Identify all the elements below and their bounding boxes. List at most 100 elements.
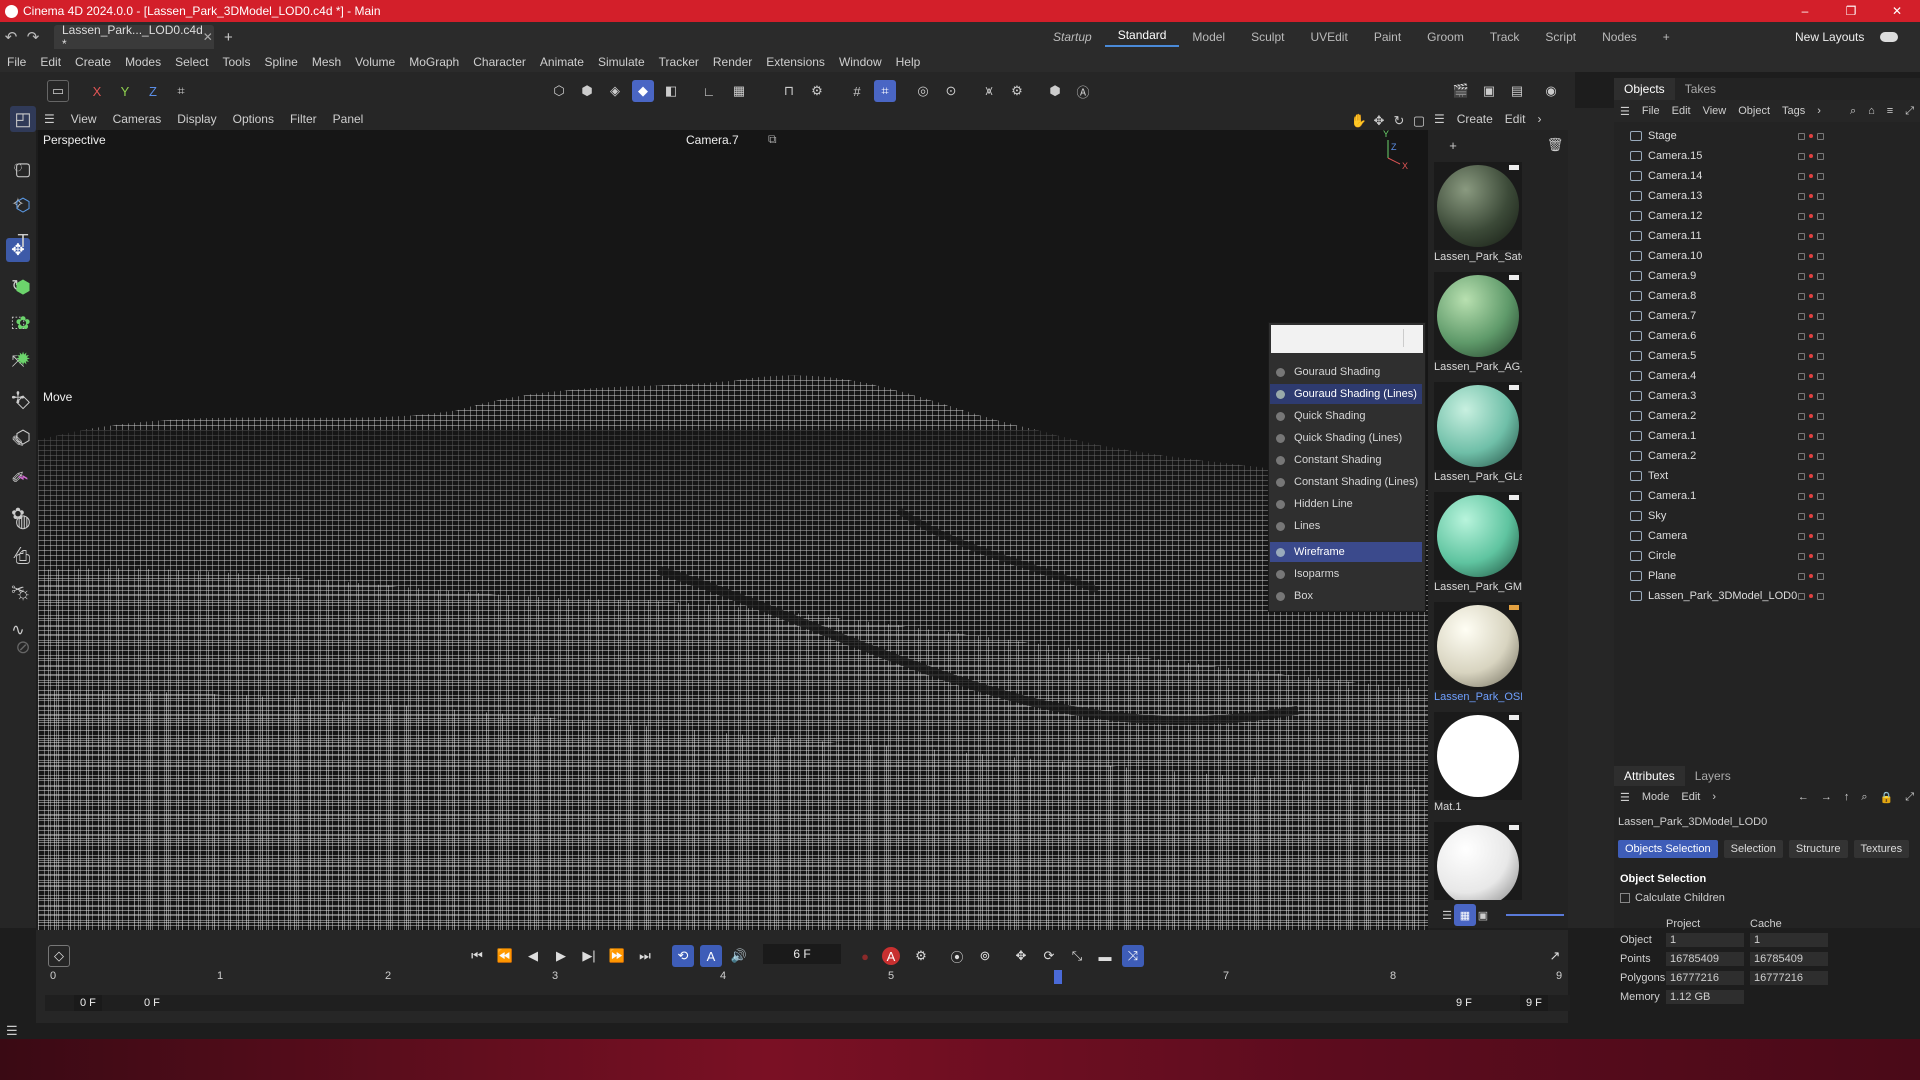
- maximize-button[interactable]: ❐: [1828, 0, 1874, 22]
- object-visibility-flags[interactable]: [1798, 592, 1824, 600]
- object-visibility-flags[interactable]: [1798, 492, 1824, 500]
- expand-icon[interactable]: ⤢: [1899, 105, 1920, 118]
- back-arrow-icon[interactable]: ←: [1792, 791, 1815, 803]
- settings-gear-icon[interactable]: ⚙: [1006, 80, 1028, 102]
- menu-tools[interactable]: Tools: [215, 55, 257, 69]
- object-menu-object[interactable]: Object: [1732, 105, 1776, 117]
- layer-icon[interactable]: [1798, 512, 1805, 520]
- layer-icon[interactable]: [1798, 152, 1805, 160]
- menu-constant-shading[interactable]: Constant Shading: [1270, 450, 1422, 470]
- model-mode-icon[interactable]: ◆: [632, 80, 654, 102]
- camera-link-icon[interactable]: ⧉: [768, 132, 777, 147]
- object-visibility-flags[interactable]: [1798, 552, 1824, 560]
- layer-icon[interactable]: [1798, 172, 1805, 180]
- home-icon[interactable]: ⌂: [1862, 105, 1881, 117]
- range-start-field[interactable]: 0 F: [74, 995, 102, 1011]
- selection-button[interactable]: Selection: [1723, 840, 1783, 858]
- object-row[interactable]: Circle: [1624, 546, 1918, 566]
- play-icon[interactable]: ▶: [550, 945, 572, 967]
- tag-slot-icon[interactable]: [1817, 412, 1824, 420]
- layer-icon[interactable]: [1798, 252, 1805, 260]
- tab-takes[interactable]: Takes: [1675, 82, 1726, 96]
- object-row[interactable]: Camera.15: [1624, 146, 1918, 166]
- tag-icon[interactable]: ⊘: [10, 634, 36, 660]
- attribute-menu-edit[interactable]: Edit: [1675, 791, 1706, 803]
- object-row[interactable]: Camera.5: [1624, 346, 1918, 366]
- material-item[interactable]: Lassen_Park_GLan: [1434, 382, 1522, 485]
- object-visibility-flags[interactable]: [1798, 572, 1824, 580]
- object-visibility-flags[interactable]: [1798, 532, 1824, 540]
- visibility-dot-icon[interactable]: [1809, 234, 1813, 238]
- object-visibility-flags[interactable]: [1798, 252, 1824, 260]
- layout-sculpt[interactable]: Sculpt: [1238, 30, 1297, 44]
- object-menu-edit[interactable]: Edit: [1666, 105, 1697, 117]
- object-hamburger-icon[interactable]: ☰: [1614, 105, 1636, 118]
- texture-mode-icon[interactable]: ▦: [728, 80, 750, 102]
- 3d-viewport[interactable]: Perspective Camera.7 ⧉ Move Y Z X: [38, 130, 1428, 930]
- render-settings-icon[interactable]: ▤: [1506, 80, 1528, 102]
- tag-slot-icon[interactable]: [1817, 152, 1824, 160]
- viewport-camera-icon[interactable]: ◰: [10, 106, 36, 132]
- object-row[interactable]: Camera.3: [1624, 386, 1918, 406]
- deformer-icon[interactable]: ⬢: [10, 274, 36, 300]
- polygons-mode-icon[interactable]: ◈: [604, 80, 626, 102]
- object-visibility-flags[interactable]: [1798, 272, 1824, 280]
- viewport-hamburger-icon[interactable]: ☰: [36, 112, 63, 126]
- visibility-dot-icon[interactable]: [1809, 134, 1813, 138]
- cube-dropdown-icon[interactable]: ▭: [47, 80, 69, 102]
- sound-icon[interactable]: 🔊: [728, 945, 750, 967]
- menu-constant-shading-lines[interactable]: Constant Shading (Lines): [1270, 472, 1422, 492]
- tag-slot-icon[interactable]: [1817, 292, 1824, 300]
- object-visibility-flags[interactable]: [1798, 212, 1824, 220]
- layer-icon[interactable]: [1798, 332, 1805, 340]
- viewport-menu-display[interactable]: Display: [169, 112, 224, 126]
- layer-icon[interactable]: [1798, 372, 1805, 380]
- visibility-dot-icon[interactable]: [1809, 374, 1813, 378]
- object-visibility-flags[interactable]: [1798, 152, 1824, 160]
- tag-slot-icon[interactable]: [1817, 432, 1824, 440]
- object-visibility-flags[interactable]: [1798, 292, 1824, 300]
- tag-slot-icon[interactable]: [1817, 572, 1824, 580]
- object-visibility-flags[interactable]: [1798, 412, 1824, 420]
- layout-model[interactable]: Model: [1179, 30, 1238, 44]
- menu-edit[interactable]: Edit: [33, 55, 68, 69]
- object-menu-tags[interactable]: Tags: [1776, 105, 1811, 117]
- tag-slot-icon[interactable]: [1817, 272, 1824, 280]
- auto-icon[interactable]: Ⓐ: [1072, 80, 1094, 102]
- tag-slot-icon[interactable]: [1817, 512, 1824, 520]
- layer-icon[interactable]: [1798, 552, 1805, 560]
- menu-create[interactable]: Create: [68, 55, 118, 69]
- chevron-right-icon[interactable]: ›: [1706, 791, 1722, 803]
- layer-icon[interactable]: [1798, 132, 1805, 140]
- menu-simulate[interactable]: Simulate: [591, 55, 652, 69]
- layout-nodes[interactable]: Nodes: [1589, 30, 1650, 44]
- layer-icon[interactable]: [1798, 412, 1805, 420]
- menu-gouraud-shading[interactable]: Gouraud Shading: [1270, 362, 1422, 382]
- move-view-icon[interactable]: ✥: [1368, 110, 1390, 132]
- tag-slot-icon[interactable]: [1817, 252, 1824, 260]
- redshift-icon[interactable]: ◉: [1540, 80, 1562, 102]
- edges-mode-icon[interactable]: ⬢: [576, 80, 598, 102]
- minimize-button[interactable]: –: [1782, 0, 1828, 22]
- menu-animate[interactable]: Animate: [533, 55, 591, 69]
- object-search-icon[interactable]: ⌕: [1844, 105, 1862, 118]
- viewport-menu-cameras[interactable]: Cameras: [105, 112, 170, 126]
- tag-slot-icon[interactable]: [1817, 592, 1824, 600]
- new-layouts-toggle[interactable]: [1880, 32, 1899, 42]
- menu-isoparms[interactable]: Isoparms: [1270, 564, 1422, 584]
- layer-icon[interactable]: [1798, 192, 1805, 200]
- viewport-menu-view[interactable]: View: [63, 112, 105, 126]
- object-visibility-flags[interactable]: [1798, 472, 1824, 480]
- text-object-icon[interactable]: T: [10, 228, 36, 254]
- visibility-dot-icon[interactable]: [1809, 254, 1813, 258]
- layout-standard[interactable]: Standard: [1104, 28, 1180, 47]
- object-row[interactable]: Camera.12: [1624, 206, 1918, 226]
- layout-track[interactable]: Track: [1477, 30, 1533, 44]
- object-row[interactable]: Lassen_Park_3DModel_LOD0: [1624, 586, 1918, 606]
- object-visibility-flags[interactable]: [1798, 372, 1824, 380]
- up-arrow-icon[interactable]: ↑: [1838, 791, 1856, 803]
- menu-character[interactable]: Character: [466, 55, 533, 69]
- active-camera-label[interactable]: Camera.7: [686, 133, 739, 147]
- close-button[interactable]: ✕: [1874, 0, 1920, 22]
- object-row[interactable]: Camera.4: [1624, 366, 1918, 386]
